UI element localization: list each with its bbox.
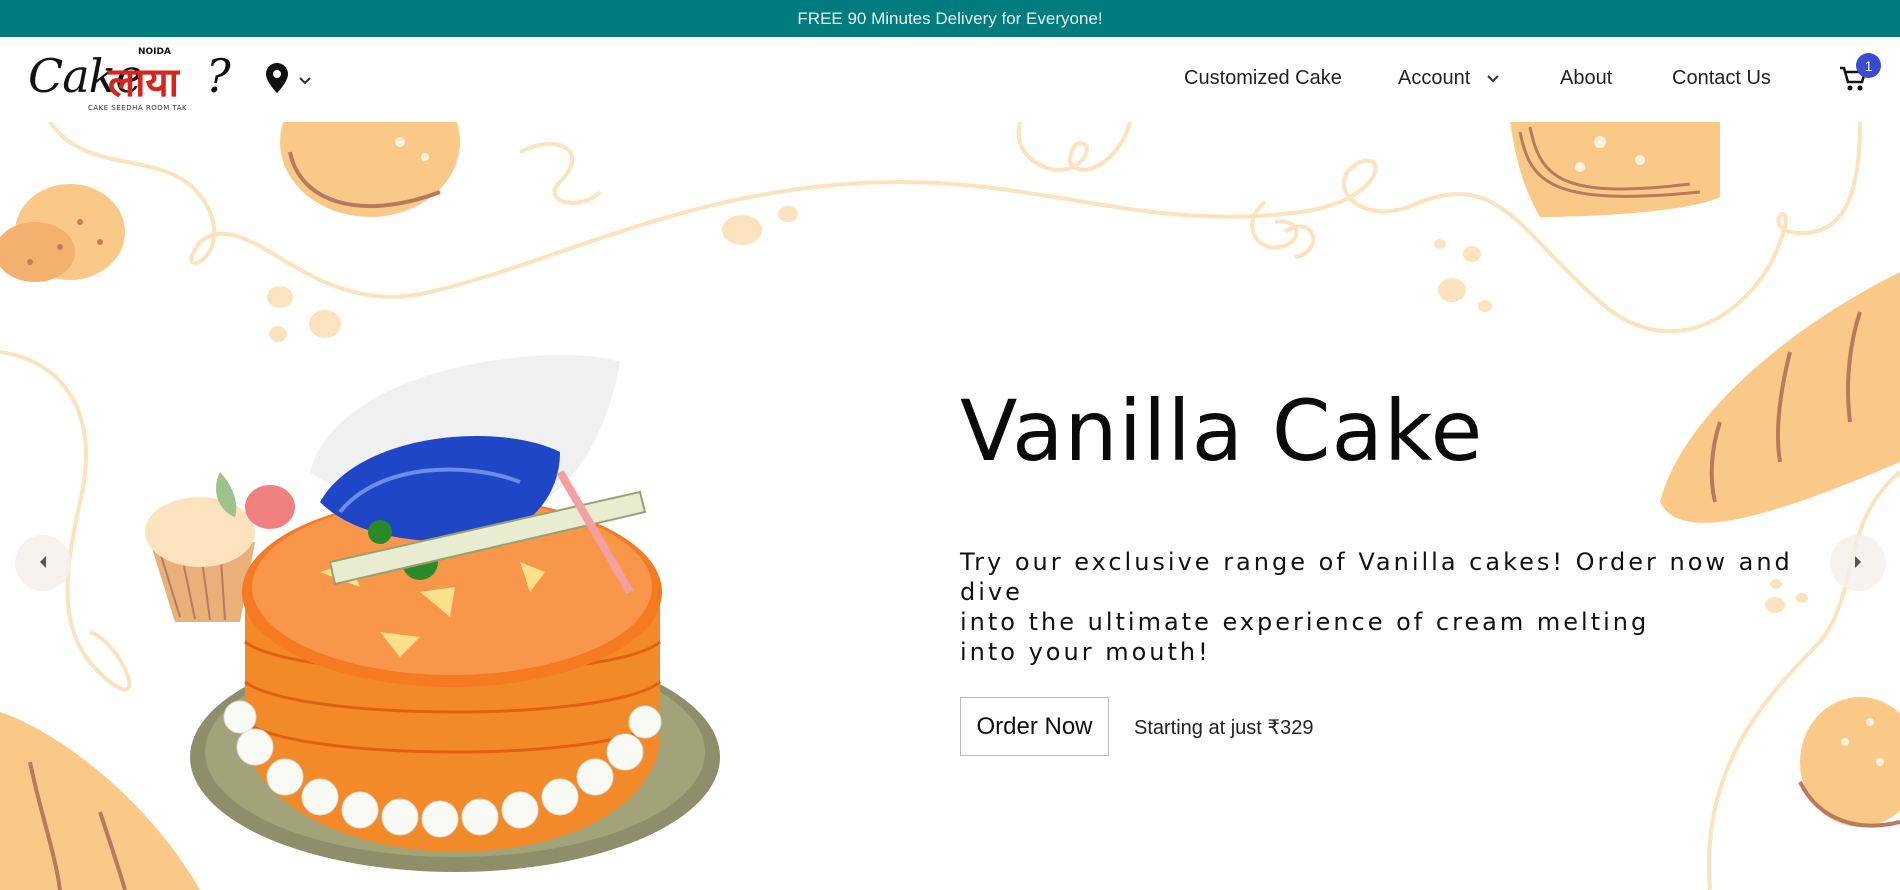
hero-background-doodles [0,122,1900,890]
hero-title: Vanilla Cake [960,382,1484,480]
announcement-text: FREE 90 Minutes Delivery for Everyone! [797,8,1103,28]
logo-tagline: CAKE SEEDHA ROOM TAK [88,104,188,112]
starting-price: Starting at just ₹329 [1134,717,1314,739]
chevron-down-icon [1486,67,1500,90]
carousel-next-button[interactable] [1830,535,1886,591]
nav-account-label: Account [1398,67,1471,89]
chevron-left-icon [37,554,49,573]
logo-laya-text: लाया [108,60,180,106]
order-now-button[interactable]: Order Now [960,697,1109,756]
nav-about[interactable]: About [1560,67,1612,90]
cart-icon [1838,66,1868,98]
hero-banner: Vanilla Cake Try our exclusive range of … [0,122,1900,890]
announcement-bar: FREE 90 Minutes Delivery for Everyone! [0,0,1900,37]
chevron-down-icon [298,71,312,90]
logo-city: NOIDA [138,47,171,57]
site-header: Cake लाया ? NOIDA CAKE SEEDHA ROOM TAK C… [0,37,1900,122]
nav-contact[interactable]: Contact Us [1672,67,1771,90]
location-selector[interactable] [266,63,312,97]
location-pin-icon [266,63,288,97]
carousel-prev-button[interactable] [15,535,71,591]
hero-description: Try our exclusive range of Vanilla cakes… [960,548,1793,666]
chevron-right-icon [1852,554,1864,573]
nav-customized-cake[interactable]: Customized Cake [1184,67,1342,90]
nav-account[interactable]: Account [1398,67,1500,90]
brand-logo[interactable]: Cake लाया ? NOIDA CAKE SEEDHA ROOM TAK [28,47,238,112]
cart-count-badge: 1 [1856,53,1881,78]
logo-question-mark: ? [206,49,231,103]
